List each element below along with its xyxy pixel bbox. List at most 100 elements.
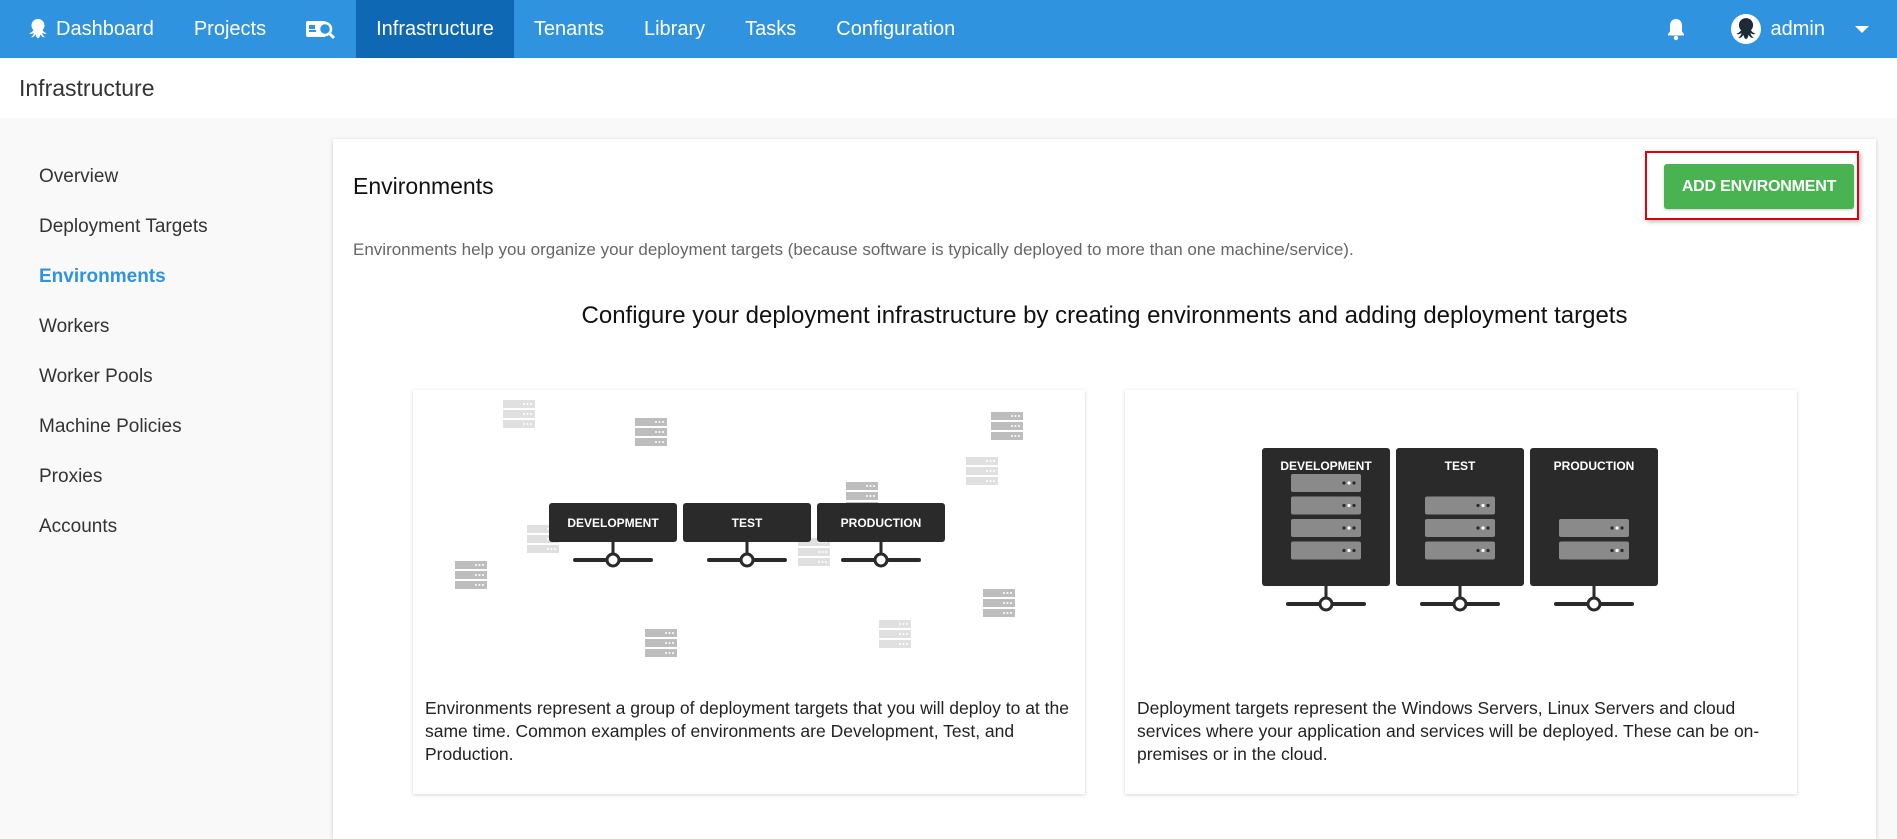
environment-label: TEST: [732, 516, 763, 530]
sidebar-item-overview[interactable]: Overview: [39, 166, 118, 188]
server-led: [547, 528, 549, 530]
server-led: [899, 623, 901, 625]
server-led: [821, 561, 824, 563]
sidebar-item-deployment-targets[interactable]: Deployment Targets: [39, 216, 208, 238]
nav-search[interactable]: [286, 0, 356, 58]
nav-dashboard[interactable]: Dashboard: [0, 0, 174, 58]
connector-node: [739, 552, 755, 568]
environment-label: TEST: [1445, 459, 1476, 473]
server-led: [665, 632, 667, 634]
nav-tasks-label: Tasks: [745, 17, 797, 40]
intro-text: Environments help you organize your depl…: [353, 240, 1354, 259]
server-led: [989, 480, 992, 482]
server-led: [1486, 526, 1490, 530]
server-led: [821, 551, 824, 553]
server-led: [1342, 481, 1346, 485]
server-led: [668, 632, 671, 634]
connector-node: [873, 552, 889, 568]
server-led: [902, 633, 905, 635]
server-led: [1014, 425, 1017, 427]
server-led: [478, 574, 481, 576]
network-connector-icon: [573, 542, 653, 568]
section-title: Environments: [353, 173, 494, 199]
connector-node: [605, 552, 621, 568]
server-led: [1018, 425, 1020, 427]
nav-configuration[interactable]: Configuration: [816, 0, 975, 58]
server-led: [1010, 612, 1012, 614]
network-connector-icon: [841, 542, 921, 568]
server-led: [665, 642, 667, 644]
server-led: [1010, 592, 1012, 594]
server-led: [1352, 503, 1356, 508]
deployment-targets-diagram: DEVELOPMENT TEST PRODUCTION: [1262, 448, 1658, 612]
server-led: [873, 495, 875, 497]
sidebar-item-worker-pools[interactable]: Worker Pools: [39, 366, 153, 388]
server-led: [1481, 526, 1485, 530]
nav-projects-label: Projects: [193, 17, 267, 40]
server-led: [547, 538, 549, 540]
server-stack-icon: [503, 400, 535, 428]
server-led: [1486, 503, 1490, 508]
network-connector-icon: [1286, 586, 1366, 612]
server-stack-icon: [966, 457, 998, 485]
sidebar-item-proxies[interactable]: Proxies: [39, 466, 102, 488]
nav-tenants-label: Tenants: [533, 17, 604, 40]
server-led: [866, 485, 868, 487]
sidebar-item-machine-policies[interactable]: Machine Policies: [39, 416, 182, 438]
server-led: [1011, 415, 1013, 417]
server-led: [482, 564, 484, 566]
server-led: [1352, 548, 1356, 553]
server-led: [1347, 548, 1351, 553]
deployment-targets-card-text: Deployment targets represent the Windows…: [1137, 698, 1760, 764]
add-environment-button[interactable]: ADD ENVIRONMENT: [1664, 164, 1854, 209]
server-led: [818, 551, 820, 553]
server-led: [825, 551, 827, 553]
main-panel: Environments ADD ENVIRONMENT Environment…: [333, 139, 1876, 839]
server-led: [1018, 435, 1020, 437]
bell-icon[interactable]: [1663, 0, 1689, 58]
avatar: [1730, 14, 1761, 44]
server-led: [1018, 415, 1020, 417]
octopus-icon: [28, 18, 48, 40]
server-led: [818, 561, 820, 563]
server-led: [475, 564, 477, 566]
server-led: [668, 642, 671, 644]
server-led: [1011, 425, 1013, 427]
server-led: [668, 652, 671, 654]
sidebar-item-environments[interactable]: Environments: [39, 266, 166, 288]
server-led: [658, 421, 661, 423]
environment-panel: DEVELOPMENT: [1262, 448, 1390, 586]
server-led: [1010, 602, 1012, 604]
server-led: [482, 584, 484, 586]
environment-label: PRODUCTION: [841, 516, 922, 530]
server-led: [1615, 526, 1619, 530]
username: admin: [1770, 17, 1825, 40]
server-led: [655, 441, 657, 443]
server-led: [1347, 481, 1351, 485]
connector-node: [1318, 596, 1334, 612]
server-led: [1347, 503, 1351, 508]
server-led: [523, 403, 525, 405]
environment-label: DEVELOPMENT: [1280, 459, 1372, 473]
server-led: [655, 431, 657, 433]
nav-tenants[interactable]: Tenants: [514, 0, 624, 58]
sidebar-item-accounts[interactable]: Accounts: [39, 516, 117, 538]
nav-infrastructure[interactable]: Infrastructure: [356, 0, 514, 58]
user-menu[interactable]: admin: [1730, 14, 1869, 44]
nav-tasks[interactable]: Tasks: [725, 0, 816, 58]
nav-library[interactable]: Library: [624, 0, 725, 58]
server-led: [1476, 548, 1480, 553]
server-led: [530, 413, 532, 415]
server-led: [550, 548, 553, 550]
sidebar-item-workers[interactable]: Workers: [39, 316, 109, 338]
environment-box: DEVELOPMENT: [549, 503, 677, 542]
server-led: [1014, 415, 1017, 417]
server-led: [547, 548, 549, 550]
nav-projects[interactable]: Projects: [174, 0, 286, 58]
server-led: [1003, 602, 1005, 604]
server-led: [989, 470, 992, 472]
server-led: [902, 623, 905, 625]
server-led: [1620, 526, 1624, 530]
server-stack-icon: [983, 589, 1015, 617]
server-led: [906, 643, 908, 645]
